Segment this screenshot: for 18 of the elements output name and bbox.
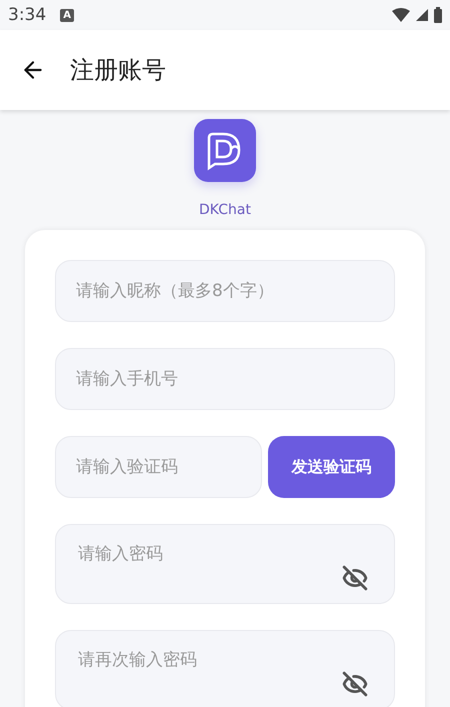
password-input-field[interactable]: 请输入密码	[76, 543, 378, 565]
battery-icon	[434, 7, 442, 23]
input-field[interactable]: 请输入手机号	[55, 348, 395, 410]
status-time: 3:34	[8, 5, 46, 25]
notification-icon: A	[60, 8, 74, 22]
eye-off-icon[interactable]	[342, 565, 368, 591]
page-title: 注册账号	[70, 55, 166, 86]
password-field[interactable]: 请再次输入密码	[55, 630, 395, 707]
input-field[interactable]: 请输入昵称（最多8个字）	[55, 260, 395, 322]
send-code-button[interactable]: 发送验证码	[268, 436, 395, 498]
code-input-field[interactable]: 请输入验证码	[55, 436, 262, 498]
password-field[interactable]: 请输入密码	[55, 524, 395, 604]
signal-icon	[416, 9, 428, 21]
app-logo	[194, 119, 256, 182]
eye-off-icon[interactable]	[342, 671, 368, 697]
app-name: DKChat	[199, 202, 251, 218]
wifi-icon	[392, 8, 410, 22]
password-input-field[interactable]: 请再次输入密码	[76, 649, 378, 671]
